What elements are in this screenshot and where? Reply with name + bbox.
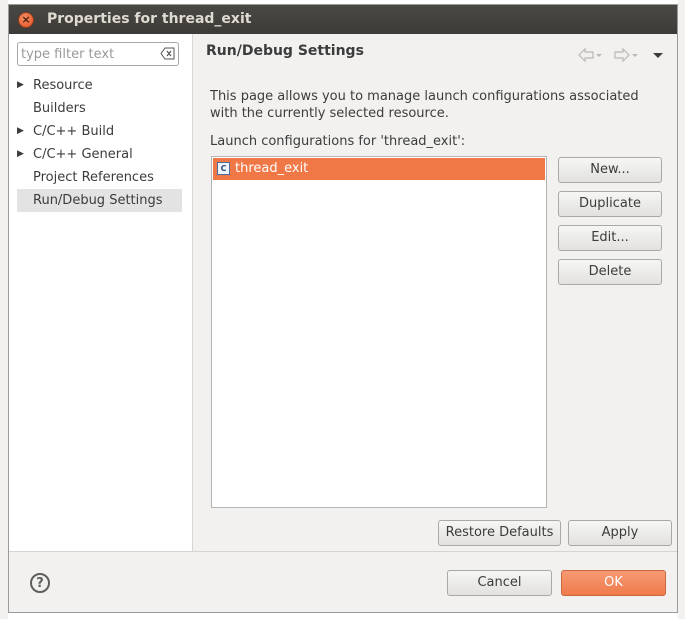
filter-field[interactable] — [17, 42, 179, 66]
tree-item-builders[interactable]: Builders — [9, 97, 192, 120]
launch-config-list-label: Launch configurations for 'thread_exit': — [210, 134, 466, 149]
tree-item-project-references[interactable]: Project References — [9, 166, 192, 189]
expand-arrow-icon[interactable]: ▶ — [17, 143, 27, 166]
ok-button[interactable]: OK — [561, 570, 666, 596]
background-app-left-edge — [0, 0, 8, 619]
view-menu-icon[interactable] — [653, 53, 663, 58]
tree-item-label: Builders — [33, 101, 86, 116]
new-button[interactable]: New... — [558, 157, 662, 183]
title-bar: × Properties for thread_exit — [9, 5, 677, 34]
tree-item-label: Run/Debug Settings — [33, 193, 163, 208]
tree-item-resource[interactable]: ▶ Resource — [9, 74, 192, 97]
delete-button[interactable]: Delete — [558, 259, 662, 285]
property-tree: ▶ Resource Builders ▶ C/C++ Build ▶ C/C+… — [9, 74, 192, 212]
property-pages-pane: ▶ Resource Builders ▶ C/C++ Build ▶ C/C+… — [9, 34, 193, 551]
expand-arrow-icon[interactable]: ▶ — [17, 74, 27, 97]
edit-button[interactable]: Edit... — [558, 225, 662, 251]
help-icon[interactable]: ? — [30, 573, 50, 593]
expand-arrow-icon[interactable]: ▶ — [17, 120, 27, 143]
background-app-right-edge — [678, 0, 685, 619]
forward-arrow-icon[interactable] — [614, 47, 638, 63]
tree-item-label: Project References — [33, 170, 154, 185]
list-item[interactable]: C thread_exit — [213, 158, 545, 180]
tree-item-label: C/C++ General — [33, 147, 133, 162]
back-arrow-icon[interactable] — [578, 47, 602, 63]
duplicate-button[interactable]: Duplicate — [558, 191, 662, 217]
tree-item-label: C/C++ Build — [33, 124, 115, 139]
launch-config-list[interactable]: C thread_exit — [211, 156, 547, 508]
page-description: This page allows you to manage launch co… — [210, 89, 639, 121]
cancel-button[interactable]: Cancel — [447, 570, 552, 596]
restore-defaults-button[interactable]: Restore Defaults — [438, 520, 561, 546]
close-icon: × — [21, 13, 31, 26]
tree-item-cpp-general[interactable]: ▶ C/C++ General — [9, 143, 192, 166]
properties-dialog: × Properties for thread_exit ▶ Resource … — [8, 4, 678, 613]
page-title: Run/Debug Settings — [206, 43, 364, 59]
footer-divider — [9, 551, 677, 552]
page-navigation — [578, 47, 663, 63]
launch-config-name: thread_exit — [235, 161, 309, 176]
filter-input[interactable] — [21, 45, 156, 63]
clear-filter-icon[interactable] — [160, 47, 175, 60]
apply-button[interactable]: Apply — [568, 520, 672, 546]
c-launch-config-icon: C — [217, 162, 230, 175]
tree-item-run-debug-settings[interactable]: Run/Debug Settings — [17, 189, 182, 212]
tree-item-label: Resource — [33, 78, 93, 93]
tree-item-cpp-build[interactable]: ▶ C/C++ Build — [9, 120, 192, 143]
dialog-title: Properties for thread_exit — [47, 11, 252, 27]
close-button[interactable]: × — [18, 12, 34, 28]
